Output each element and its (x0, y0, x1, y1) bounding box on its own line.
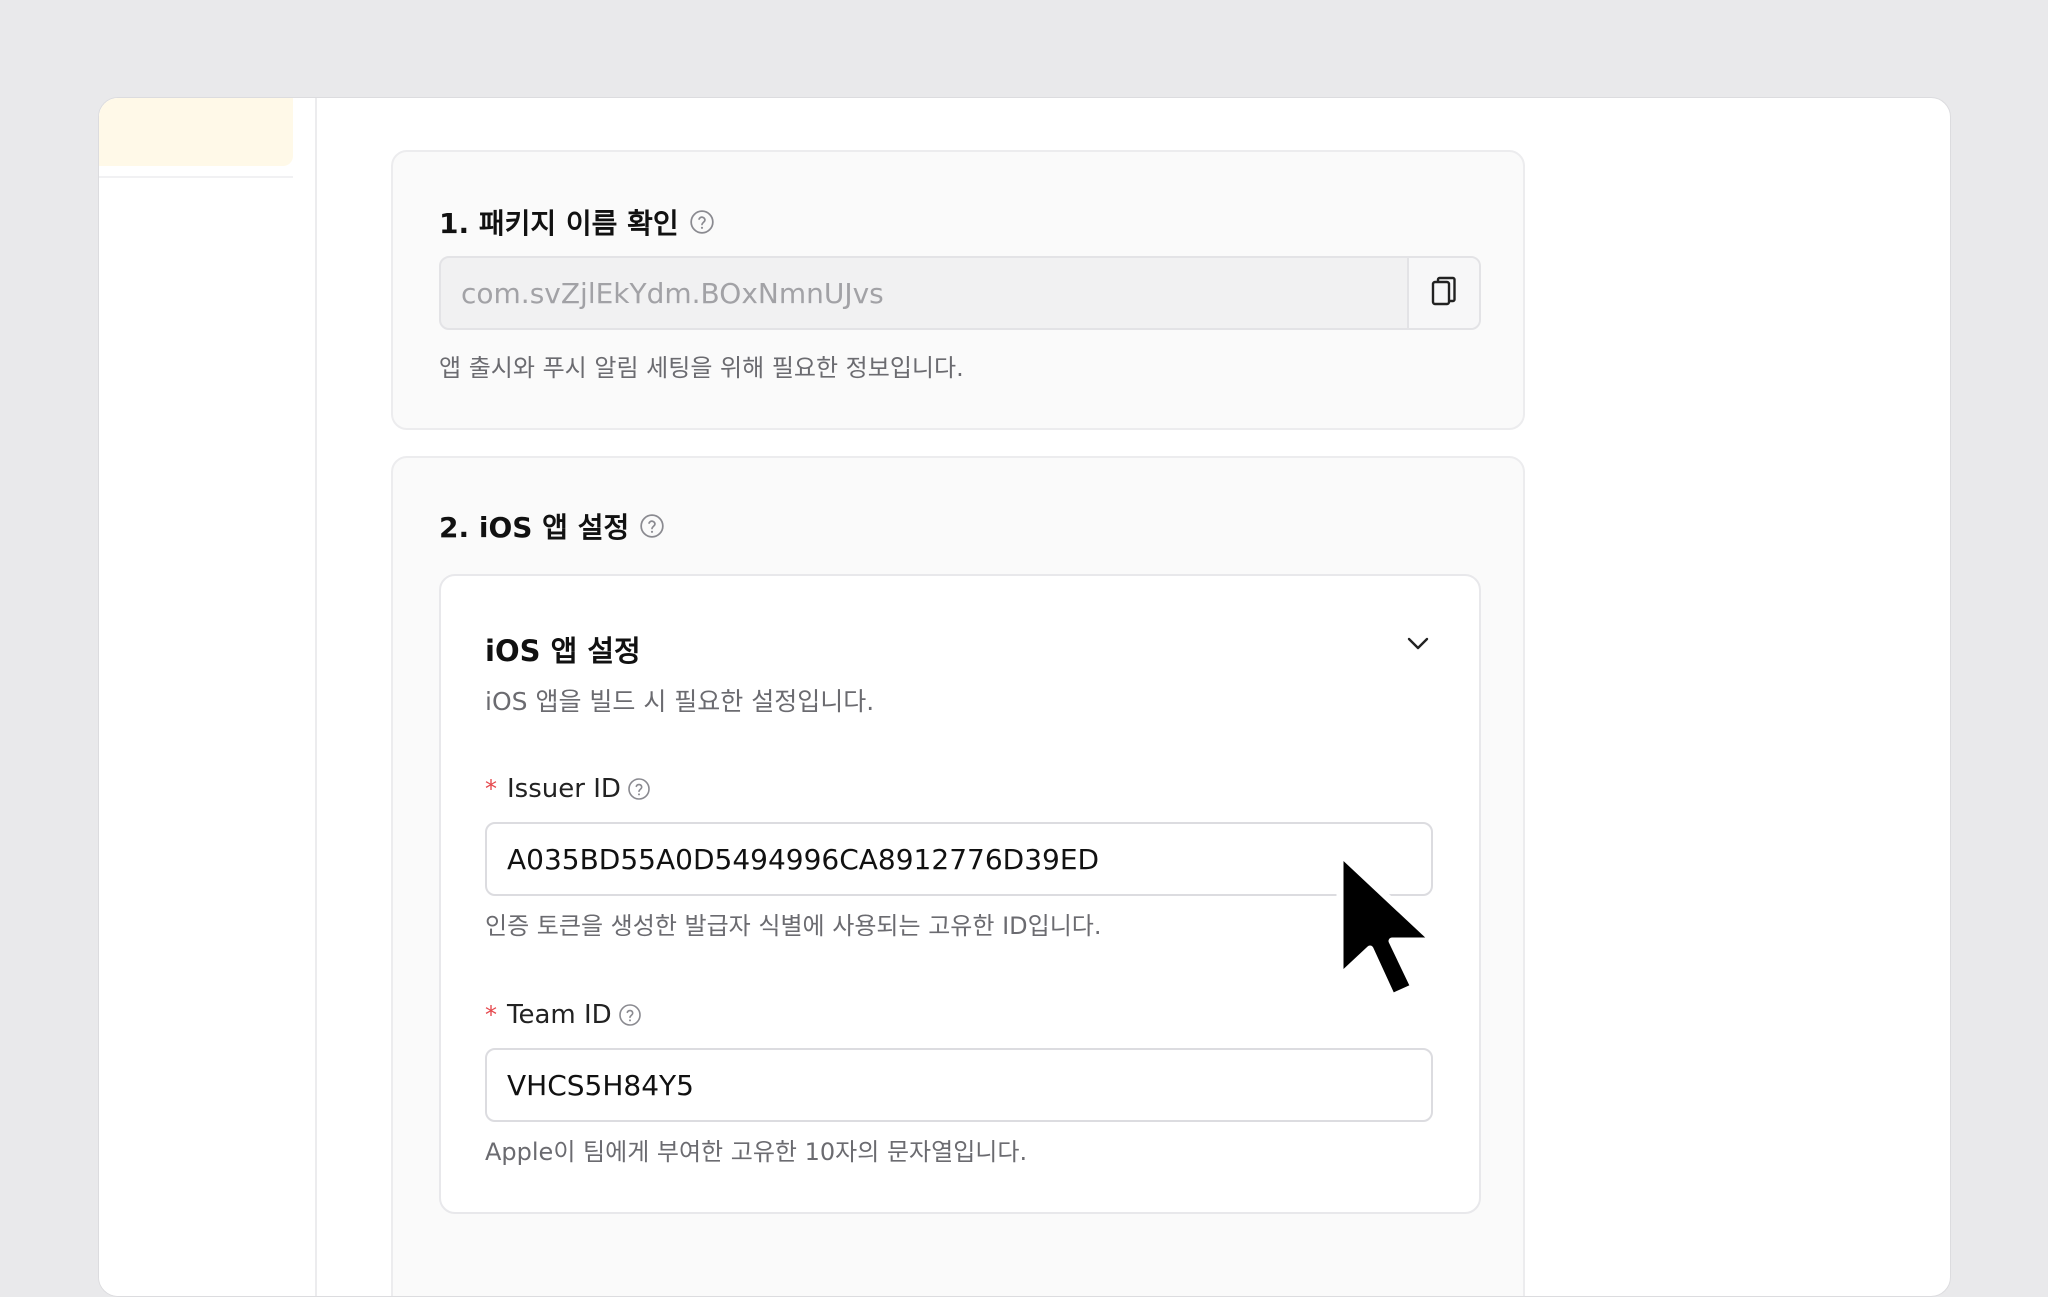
ios-settings-heading: 2. iOS 앱 설정 (439, 506, 665, 546)
package-name-field (439, 256, 1481, 330)
chevron-down-icon (1406, 635, 1430, 655)
question-circle-icon[interactable] (618, 1003, 642, 1027)
question-circle-icon[interactable] (627, 777, 651, 801)
package-name-input[interactable] (441, 258, 1407, 328)
ios-settings-section: 2. iOS 앱 설정 iOS 앱 설정 iOS 앱을 빌드 시 필요한 설정입… (391, 456, 1525, 1296)
team-id-label-text: Team ID (507, 1000, 612, 1030)
ios-settings-card: iOS 앱 설정 iOS 앱을 빌드 시 필요한 설정입니다. * Issuer… (439, 574, 1481, 1214)
sidebar-active-item[interactable] (99, 98, 293, 166)
package-name-section: 1. 패키지 이름 확인 앱 출시와 푸시 알림 세팅을 위해 필요한 정보입니… (391, 150, 1525, 430)
issuer-id-helper: 인증 토큰을 생성한 발급자 식별에 사용되는 고유한 ID입니다. (485, 912, 1102, 940)
team-id-label: * Team ID (485, 1000, 642, 1030)
package-name-heading: 1. 패키지 이름 확인 (439, 202, 715, 242)
team-id-helper: Apple이 팀에게 부여한 고유한 10자의 문자열입니다. (485, 1138, 1028, 1166)
main-content: 1. 패키지 이름 확인 앱 출시와 푸시 알림 세팅을 위해 필요한 정보입니… (317, 98, 1950, 1296)
issuer-id-label-text: Issuer ID (507, 774, 621, 804)
issuer-id-input[interactable] (485, 822, 1433, 896)
sidebar (99, 98, 317, 1296)
question-circle-icon[interactable] (639, 513, 665, 539)
sidebar-divider (99, 176, 293, 178)
package-name-title: 1. 패키지 이름 확인 (439, 207, 679, 240)
copy-button[interactable] (1407, 258, 1479, 328)
team-id-input[interactable] (485, 1048, 1433, 1122)
collapse-toggle-button[interactable] (1401, 628, 1435, 662)
issuer-id-label: * Issuer ID (485, 774, 651, 804)
required-mark: * (485, 1001, 497, 1029)
question-circle-icon[interactable] (689, 209, 715, 235)
copy-icon (1430, 275, 1458, 311)
card-title: iOS 앱 설정 (485, 634, 641, 668)
card-description: iOS 앱을 빌드 시 필요한 설정입니다. (485, 687, 875, 716)
app-window: 1. 패키지 이름 확인 앱 출시와 푸시 알림 세팅을 위해 필요한 정보입니… (98, 97, 1951, 1297)
ios-settings-title: 2. iOS 앱 설정 (439, 511, 630, 544)
package-name-helper: 앱 출시와 푸시 알림 세팅을 위해 필요한 정보입니다. (439, 354, 964, 382)
required-mark: * (485, 775, 497, 803)
